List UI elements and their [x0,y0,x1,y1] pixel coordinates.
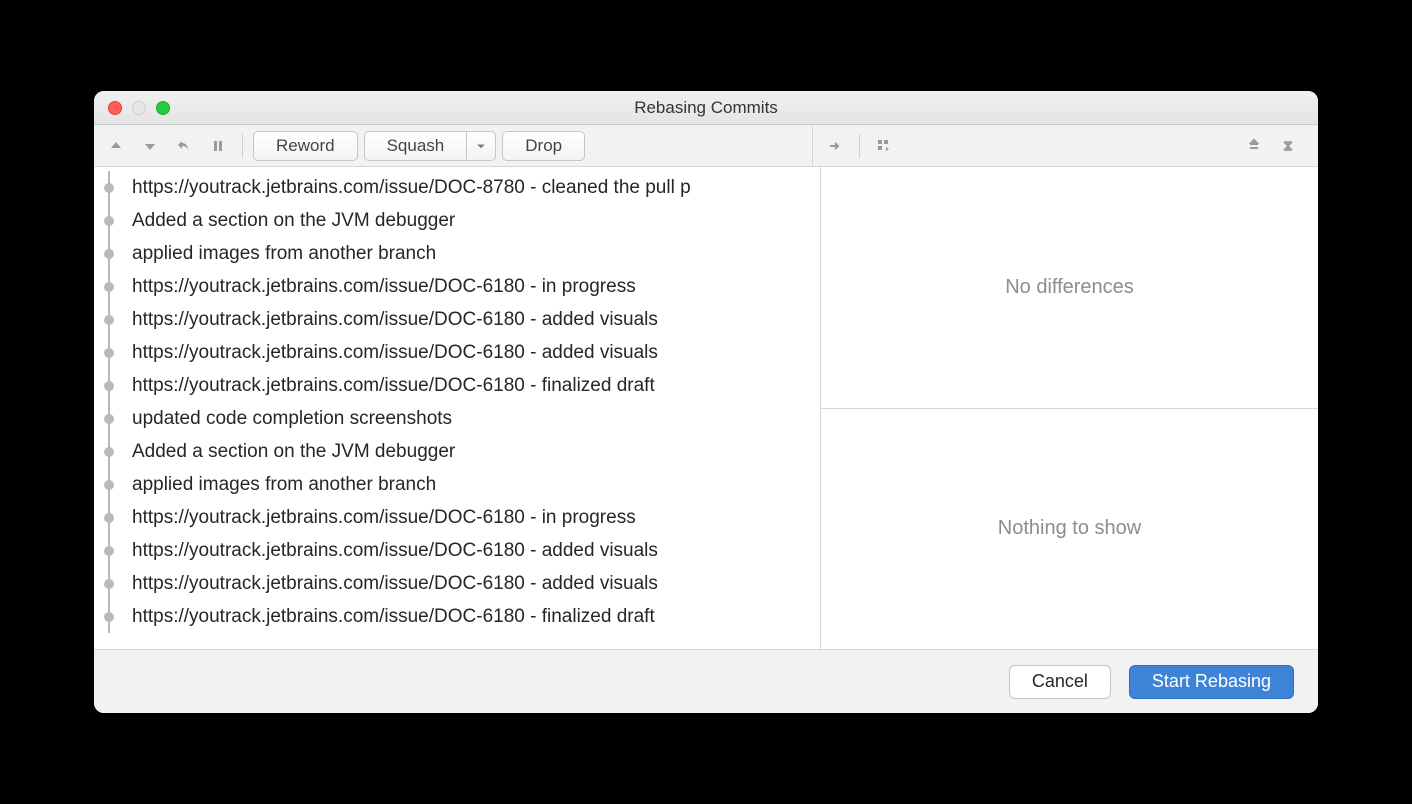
content: https://youtrack.jetbrains.com/issue/DOC… [94,167,1318,649]
commit-message: Added a section on the JVM debugger [126,441,455,463]
commit-row[interactable]: https://youtrack.jetbrains.com/issue/DOC… [94,534,820,567]
commit-dot-icon [104,513,114,523]
start-rebasing-button[interactable]: Start Rebasing [1129,665,1294,699]
commit-message: https://youtrack.jetbrains.com/issue/DOC… [126,507,636,529]
toolbar: Reword Squash Drop [94,125,1318,167]
window-controls [108,101,170,115]
commit-graph-node [94,336,126,369]
move-down-icon[interactable] [136,132,164,160]
group-by-icon[interactable] [870,132,898,160]
chevron-down-icon [475,140,487,152]
commit-graph-node [94,435,126,468]
commit-row[interactable]: updated code completion screenshots [94,402,820,435]
undo-icon[interactable] [170,132,198,160]
commit-graph-node [94,600,126,633]
commit-graph-node [94,369,126,402]
commit-dot-icon [104,414,114,424]
expand-all-icon[interactable] [1240,132,1268,160]
commit-graph-node [94,237,126,270]
commit-message: applied images from another branch [126,474,436,496]
move-up-icon[interactable] [102,132,130,160]
commit-row[interactable]: Added a section on the JVM debugger [94,204,820,237]
commit-message: https://youtrack.jetbrains.com/issue/DOC… [126,309,658,331]
commit-row[interactable]: https://youtrack.jetbrains.com/issue/DOC… [94,369,820,402]
commit-dot-icon [104,282,114,292]
commit-dot-icon [104,348,114,358]
commit-dot-icon [104,612,114,622]
commit-row[interactable]: https://youtrack.jetbrains.com/issue/DOC… [94,270,820,303]
close-icon[interactable] [108,101,122,115]
commit-graph-node [94,270,126,303]
rebase-dialog: Rebasing Commits Reword Squash Drop [94,91,1318,713]
cancel-button[interactable]: Cancel [1009,665,1111,699]
commit-list[interactable]: https://youtrack.jetbrains.com/issue/DOC… [94,167,820,649]
commit-graph-node [94,303,126,336]
pause-icon[interactable] [204,132,232,160]
commit-graph-node [94,204,126,237]
titlebar: Rebasing Commits [94,91,1318,125]
commit-message: updated code completion screenshots [126,408,452,430]
commit-dot-icon [104,447,114,457]
commit-dot-icon [104,546,114,556]
commit-dot-icon [104,579,114,589]
diff-top-message: No differences [821,167,1318,409]
diff-pane: No differences Nothing to show [820,167,1318,649]
commit-graph-node [94,171,126,204]
minimize-icon [132,101,146,115]
commit-dot-icon [104,249,114,259]
commit-graph-node [94,402,126,435]
commit-message: https://youtrack.jetbrains.com/issue/DOC… [126,276,636,298]
commit-row[interactable]: https://youtrack.jetbrains.com/issue/DOC… [94,171,820,204]
commit-dot-icon [104,216,114,226]
commit-dot-icon [104,381,114,391]
window-title: Rebasing Commits [94,98,1318,118]
squash-dropdown[interactable] [466,131,496,161]
collapse-all-icon[interactable] [1274,132,1302,160]
commit-message: applied images from another branch [126,243,436,265]
diff-bottom-message: Nothing to show [821,409,1318,650]
footer: Cancel Start Rebasing [94,649,1318,713]
commit-dot-icon [104,315,114,325]
diff-toolbar [812,125,1310,166]
commit-message: Added a section on the JVM debugger [126,210,455,232]
commit-row[interactable]: https://youtrack.jetbrains.com/issue/DOC… [94,501,820,534]
separator [242,134,243,158]
commit-message: https://youtrack.jetbrains.com/issue/DOC… [126,573,658,595]
commit-message: https://youtrack.jetbrains.com/issue/DOC… [126,342,658,364]
commit-row[interactable]: https://youtrack.jetbrains.com/issue/DOC… [94,600,820,633]
commit-message: https://youtrack.jetbrains.com/issue/DOC… [126,540,658,562]
commit-message: https://youtrack.jetbrains.com/issue/DOC… [126,177,691,199]
squash-button[interactable]: Squash [364,131,467,161]
reword-button[interactable]: Reword [253,131,358,161]
drop-button[interactable]: Drop [502,131,585,161]
commit-row[interactable]: Added a section on the JVM debugger [94,435,820,468]
commit-message: https://youtrack.jetbrains.com/issue/DOC… [126,375,655,397]
zoom-icon[interactable] [156,101,170,115]
commit-graph-node [94,534,126,567]
commit-row[interactable]: https://youtrack.jetbrains.com/issue/DOC… [94,303,820,336]
squash-button-group: Squash [364,131,497,161]
commit-graph-node [94,468,126,501]
commit-graph-node [94,567,126,600]
commit-dot-icon [104,480,114,490]
commit-row[interactable]: https://youtrack.jetbrains.com/issue/DOC… [94,567,820,600]
commit-row[interactable]: https://youtrack.jetbrains.com/issue/DOC… [94,336,820,369]
commit-dot-icon [104,183,114,193]
expand-diff-icon[interactable] [821,132,849,160]
commit-graph-node [94,501,126,534]
commit-row[interactable]: applied images from another branch [94,237,820,270]
separator [859,134,860,158]
commit-row[interactable]: applied images from another branch [94,468,820,501]
commit-message: https://youtrack.jetbrains.com/issue/DOC… [126,606,655,628]
